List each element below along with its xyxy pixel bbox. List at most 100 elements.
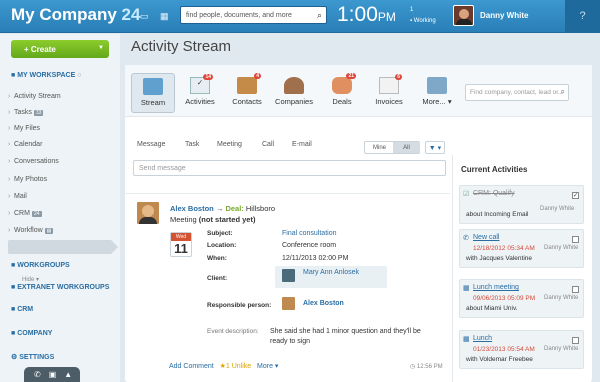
create-label: Create (30, 45, 56, 54)
sidebar-item-workflow[interactable]: Workflow▤ (8, 227, 54, 234)
client-link[interactable]: Mary Ann Anlosek (303, 269, 359, 276)
mine-button[interactable]: Mine (373, 145, 386, 151)
sidebar-item-label: My Files (14, 125, 41, 132)
activity-card[interactable]: ▦ Lunch 01/23/2013 05:54 AM Danny White … (459, 330, 584, 369)
responsible-link[interactable]: Alex Boston (303, 300, 344, 307)
filter-icon: ▼ (428, 145, 436, 152)
client-avatar[interactable] (282, 269, 295, 282)
sidebar-item-conversations[interactable]: Conversations (8, 158, 59, 165)
section-company[interactable]: ■ COMPANY (11, 330, 52, 337)
filter-button[interactable]: ▼ ▾ (425, 141, 445, 154)
when-value: 12/11/2013 02:00 PM (282, 255, 349, 262)
complete-checkbox[interactable] (572, 236, 579, 243)
send-message-input[interactable]: Send message (133, 160, 446, 176)
tab-label: Contacts (232, 97, 262, 106)
tab-activities[interactable]: ✓ 14 Activities (178, 73, 222, 113)
section-crm[interactable]: ■ CRM (11, 306, 33, 313)
activity-title[interactable]: New call (473, 234, 499, 241)
client-label: Client: (207, 275, 228, 282)
activity-title[interactable]: Lunch (473, 335, 492, 342)
section-extranet[interactable]: ■ EXTRANET WORKGROUPS (11, 284, 109, 291)
post-actions: Add Comment ★1 Unlike More ▾ (169, 362, 278, 370)
sidebar-item-calendar[interactable]: Calendar (8, 141, 43, 148)
add-comment-link[interactable]: Add Comment (169, 363, 214, 370)
calendar-number: 11 (174, 241, 188, 256)
sidebar-item-label: Conversations (14, 158, 59, 165)
sidebar: + Create▼ ■ MY WORKSPACE ○ Activity Stre… (0, 34, 120, 382)
calendar-icon[interactable]: ▦ (160, 11, 169, 22)
mine-all-toggle: Mine All (364, 141, 420, 154)
chat-icon[interactable]: ▭ (140, 11, 149, 22)
phone-icon[interactable]: ✆ (34, 370, 49, 379)
activity-title[interactable]: Lunch meeting (473, 284, 519, 291)
bottom-toolbar[interactable]: ✆▣▲ (24, 367, 80, 382)
sidebar-item-crm[interactable]: CRM24 (8, 210, 42, 217)
tab-more[interactable]: More... ▾ (415, 73, 459, 113)
post-header: Alex Boston → Deal: Hillsboro (170, 204, 275, 213)
when-label: When: (207, 255, 227, 262)
activity-card[interactable]: ✆ New call 12/18/2012 05:34 AM Danny Whi… (459, 229, 584, 268)
notification-icon[interactable]: ▲ (64, 370, 80, 379)
crm-search-input[interactable]: Find company, contact, lead or... ⌕ (465, 84, 569, 101)
tab-task[interactable]: Task (185, 141, 199, 148)
company-logo[interactable]: My Company 24 (11, 5, 140, 25)
tab-stream[interactable]: Stream (131, 73, 175, 113)
search-icon[interactable]: ⌕ (561, 87, 565, 97)
tab-contacts[interactable]: 4 Contacts (225, 73, 269, 113)
hide-toggle[interactable]: Hide ▾ (22, 276, 39, 283)
complete-checkbox[interactable] (572, 337, 579, 344)
activity-card[interactable]: ▦ Lunch meeting 09/06/2013 05:09 PM Dann… (459, 279, 584, 318)
sidebar-item-mail[interactable]: Mail (8, 193, 27, 200)
section-workgroups[interactable]: ■ WORKGROUPS (11, 262, 70, 269)
subject-value[interactable]: Final consultation (282, 230, 336, 237)
tab-label: Activities (185, 97, 215, 106)
section-my-workspace[interactable]: ■ MY WORKSPACE ○ (11, 72, 81, 79)
create-button[interactable]: + Create ▼ (11, 40, 109, 58)
count-badge: 33 (33, 110, 44, 116)
settings-icon[interactable]: ○ (77, 72, 81, 79)
sidebar-item-activity-stream[interactable]: Activity Stream (8, 93, 61, 100)
all-button[interactable]: All (393, 142, 420, 153)
tab-meeting[interactable]: Meeting (217, 141, 242, 148)
sidebar-item-tasks[interactable]: Tasks33 (8, 109, 44, 116)
section-label: EXTRANET WORKGROUPS (17, 284, 110, 291)
activity-title[interactable]: CRM: Qualify (473, 190, 515, 197)
tab-call[interactable]: Call (262, 141, 274, 148)
activity-subject: about Miami Univ. (466, 305, 518, 312)
more-link[interactable]: More ▾ (257, 363, 278, 370)
author-link[interactable]: Alex Boston (170, 204, 214, 213)
tab-label: Stream (140, 98, 166, 107)
activity-subject: with Voldemar Freebee (466, 356, 533, 363)
complete-checkbox[interactable] (572, 286, 579, 293)
crm-search-placeholder: Find company, contact, lead or... (470, 89, 564, 96)
help-button[interactable]: ? (565, 0, 600, 33)
tab-companies[interactable]: Companies (272, 73, 316, 113)
sidebar-item-my-files[interactable]: My Files (8, 125, 41, 132)
deal-link[interactable]: Hillsboro (246, 204, 275, 213)
global-search-input[interactable]: find people, documents, and more ⌕ (180, 6, 327, 24)
activities-icon: ✓ 14 (190, 74, 213, 94)
responsible-avatar[interactable] (282, 297, 295, 310)
tab-message[interactable]: Message (137, 141, 165, 148)
count-badge: 24 (31, 211, 42, 217)
activity-subject: about Incoming Email (466, 211, 529, 218)
like-link[interactable]: ★1 Unlike (220, 363, 252, 370)
tab-deals[interactable]: 21 Deals (320, 73, 364, 113)
work-status[interactable]: 1 ▪ Working (410, 5, 436, 27)
author-avatar[interactable] (137, 202, 159, 224)
search-icon[interactable]: ⌕ (317, 10, 322, 21)
user-name[interactable]: Danny White (480, 11, 528, 20)
section-label: CRM (17, 306, 34, 313)
complete-checkbox[interactable]: ✓ (572, 192, 579, 199)
camera-icon[interactable]: ▣ (49, 370, 65, 379)
activity-card[interactable]: ☑ CRM: Qualify Danny White about Incomin… (459, 185, 584, 224)
post-time: ◷ 12:56 PM (410, 364, 443, 370)
responsible-label: Responsible person: (207, 302, 272, 309)
tab-invoices[interactable]: 6 Invoices (367, 73, 411, 113)
sidebar-item-my-photos[interactable]: My Photos (8, 176, 47, 183)
meeting-icon: ▦ (463, 336, 470, 343)
description-text: She said she had 1 minor question and th… (270, 328, 421, 345)
user-avatar[interactable] (453, 5, 474, 26)
section-settings[interactable]: ⚙ SETTINGS (11, 353, 54, 361)
tab-email[interactable]: E-mail (292, 141, 312, 148)
